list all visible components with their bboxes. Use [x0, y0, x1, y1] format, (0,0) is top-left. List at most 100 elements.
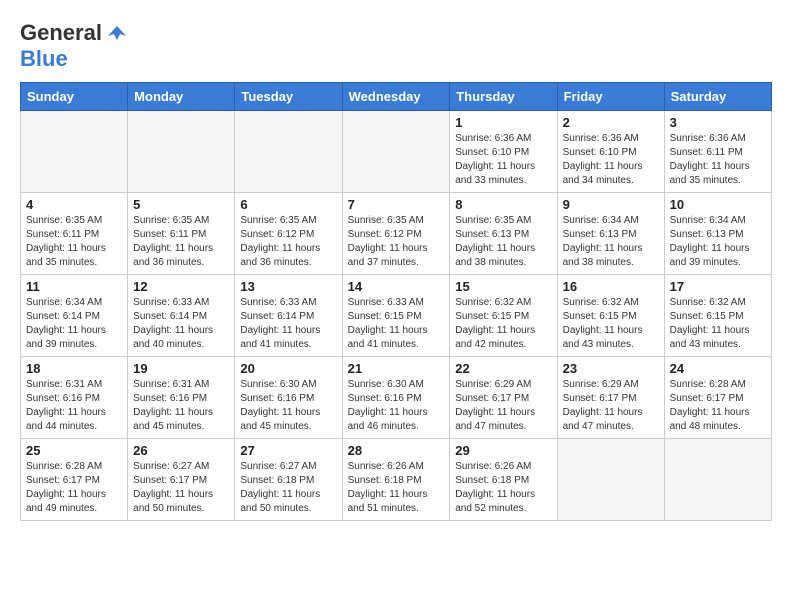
calendar-header-monday: Monday	[128, 83, 235, 111]
calendar-cell	[664, 439, 771, 521]
day-number: 22	[455, 361, 551, 376]
calendar-cell: 11Sunrise: 6:34 AM Sunset: 6:14 PM Dayli…	[21, 275, 128, 357]
calendar-cell: 1 Sunrise: 6:36 AM Sunset: 6:10 PM Daylig…	[450, 111, 557, 193]
calendar-cell: 25 Sunrise: 6:28 AM Sunset: 6:17 PM Dayli…	[21, 439, 128, 521]
calendar-cell: 7Sunrise: 6:35 AM Sunset: 6:12 PM Daylig…	[342, 193, 450, 275]
day-info: Sunrise: 6:32 AM Sunset: 6:15 PM Dayligh…	[670, 296, 766, 352]
day-info: Sunrise: 6:36 AM Sunset: 6:10 PM Dayligh…	[455, 132, 551, 188]
day-info: Sunrise: 6:36 AM Sunset: 6:11 PM Dayligh…	[670, 132, 766, 188]
day-number: 3	[670, 115, 766, 130]
calendar-cell: 27 Sunrise: 6:27 AM Sunset: 6:18 PM Dayli…	[235, 439, 342, 521]
day-info: Sunrise: 6:32 AM Sunset: 6:15 PM Dayligh…	[455, 296, 551, 352]
calendar-cell: 6 Sunrise: 6:35 AM Sunset: 6:12 PM Daylig…	[235, 193, 342, 275]
calendar-cell: 23 Sunrise: 6:29 AM Sunset: 6:17 PM Dayli…	[557, 357, 664, 439]
calendar-cell: 20Sunrise: 6:30 AM Sunset: 6:16 PM Dayli…	[235, 357, 342, 439]
day-info: Sunrise: 6:35 AM Sunset: 6:11 PM Dayligh…	[133, 214, 229, 270]
day-info: Sunrise: 6:35 AM Sunset: 6:13 PM Dayligh…	[455, 214, 551, 270]
logo: General Blue	[20, 20, 128, 72]
calendar-cell	[235, 111, 342, 193]
calendar-cell: 4 Sunrise: 6:35 AM Sunset: 6:11 PM Daylig…	[21, 193, 128, 275]
calendar-cell: 13 Sunrise: 6:33 AM Sunset: 6:14 PM Dayli…	[235, 275, 342, 357]
calendar-cell: 10 Sunrise: 6:34 AM Sunset: 6:13 PM Dayli…	[664, 193, 771, 275]
day-info: Sunrise: 6:35 AM Sunset: 6:12 PM Dayligh…	[348, 214, 445, 270]
day-info: Sunrise: 6:36 AM Sunset: 6:10 PM Dayligh…	[563, 132, 659, 188]
day-number: 23	[563, 361, 659, 376]
day-number: 16	[563, 279, 659, 294]
logo-blue: Blue	[20, 46, 68, 71]
calendar-cell: 9 Sunrise: 6:34 AM Sunset: 6:13 PM Daylig…	[557, 193, 664, 275]
day-info: Sunrise: 6:26 AM Sunset: 6:18 PM Dayligh…	[455, 460, 551, 516]
day-number: 26	[133, 443, 229, 458]
day-number: 17	[670, 279, 766, 294]
day-number: 25	[26, 443, 122, 458]
day-info: Sunrise: 6:33 AM Sunset: 6:15 PM Dayligh…	[348, 296, 445, 352]
day-number: 10	[670, 197, 766, 212]
page-header: General Blue	[20, 20, 772, 72]
calendar-cell: 15 Sunrise: 6:32 AM Sunset: 6:15 PM Dayli…	[450, 275, 557, 357]
calendar-table: SundayMondayTuesdayWednesdayThursdayFrid…	[20, 82, 772, 521]
day-info: Sunrise: 6:35 AM Sunset: 6:12 PM Dayligh…	[240, 214, 336, 270]
day-number: 28	[348, 443, 445, 458]
calendar-cell: 22 Sunrise: 6:29 AM Sunset: 6:17 PM Dayli…	[450, 357, 557, 439]
day-number: 14	[348, 279, 445, 294]
calendar-header-sunday: Sunday	[21, 83, 128, 111]
day-number: 4	[26, 197, 122, 212]
day-info: Sunrise: 6:26 AM Sunset: 6:18 PM Dayligh…	[348, 460, 445, 516]
calendar-cell: 3 Sunrise: 6:36 AM Sunset: 6:11 PM Daylig…	[664, 111, 771, 193]
calendar-week-row: 25 Sunrise: 6:28 AM Sunset: 6:17 PM Dayli…	[21, 439, 772, 521]
calendar-week-row: 1 Sunrise: 6:36 AM Sunset: 6:10 PM Daylig…	[21, 111, 772, 193]
day-info: Sunrise: 6:34 AM Sunset: 6:13 PM Dayligh…	[670, 214, 766, 270]
calendar-cell: 21 Sunrise: 6:30 AM Sunset: 6:16 PM Dayli…	[342, 357, 450, 439]
day-number: 21	[348, 361, 445, 376]
logo-bird-icon	[106, 22, 128, 44]
day-info: Sunrise: 6:27 AM Sunset: 6:17 PM Dayligh…	[133, 460, 229, 516]
day-number: 18	[26, 361, 122, 376]
day-number: 6	[240, 197, 336, 212]
day-info: Sunrise: 6:28 AM Sunset: 6:17 PM Dayligh…	[26, 460, 122, 516]
calendar-cell: 28 Sunrise: 6:26 AM Sunset: 6:18 PM Dayli…	[342, 439, 450, 521]
day-number: 9	[563, 197, 659, 212]
calendar-header-wednesday: Wednesday	[342, 83, 450, 111]
day-info: Sunrise: 6:32 AM Sunset: 6:15 PM Dayligh…	[563, 296, 659, 352]
calendar-cell: 12Sunrise: 6:33 AM Sunset: 6:14 PM Dayli…	[128, 275, 235, 357]
day-number: 8	[455, 197, 551, 212]
day-number: 13	[240, 279, 336, 294]
day-number: 27	[240, 443, 336, 458]
calendar-week-row: 18 Sunrise: 6:31 AM Sunset: 6:16 PM Dayli…	[21, 357, 772, 439]
calendar-cell: 5 Sunrise: 6:35 AM Sunset: 6:11 PM Daylig…	[128, 193, 235, 275]
calendar-cell: 16 Sunrise: 6:32 AM Sunset: 6:15 PM Dayli…	[557, 275, 664, 357]
calendar-header-friday: Friday	[557, 83, 664, 111]
day-number: 20	[240, 361, 336, 376]
day-number: 1	[455, 115, 551, 130]
day-info: Sunrise: 6:28 AM Sunset: 6:17 PM Dayligh…	[670, 378, 766, 434]
calendar-cell: 17 Sunrise: 6:32 AM Sunset: 6:15 PM Dayli…	[664, 275, 771, 357]
calendar-week-row: 11Sunrise: 6:34 AM Sunset: 6:14 PM Dayli…	[21, 275, 772, 357]
calendar-cell	[128, 111, 235, 193]
calendar-header-saturday: Saturday	[664, 83, 771, 111]
calendar-header-tuesday: Tuesday	[235, 83, 342, 111]
day-info: Sunrise: 6:31 AM Sunset: 6:16 PM Dayligh…	[26, 378, 122, 434]
day-info: Sunrise: 6:33 AM Sunset: 6:14 PM Dayligh…	[240, 296, 336, 352]
day-number: 2	[563, 115, 659, 130]
day-info: Sunrise: 6:29 AM Sunset: 6:17 PM Dayligh…	[455, 378, 551, 434]
calendar-cell: 2 Sunrise: 6:36 AM Sunset: 6:10 PM Daylig…	[557, 111, 664, 193]
calendar-cell: 24Sunrise: 6:28 AM Sunset: 6:17 PM Dayli…	[664, 357, 771, 439]
calendar-cell: 29Sunrise: 6:26 AM Sunset: 6:18 PM Dayli…	[450, 439, 557, 521]
day-info: Sunrise: 6:34 AM Sunset: 6:13 PM Dayligh…	[563, 214, 659, 270]
day-info: Sunrise: 6:34 AM Sunset: 6:14 PM Dayligh…	[26, 296, 122, 352]
day-info: Sunrise: 6:30 AM Sunset: 6:16 PM Dayligh…	[348, 378, 445, 434]
calendar-header-thursday: Thursday	[450, 83, 557, 111]
day-info: Sunrise: 6:35 AM Sunset: 6:11 PM Dayligh…	[26, 214, 122, 270]
day-number: 5	[133, 197, 229, 212]
calendar-cell: 8 Sunrise: 6:35 AM Sunset: 6:13 PM Daylig…	[450, 193, 557, 275]
calendar-cell	[557, 439, 664, 521]
calendar-cell: 26 Sunrise: 6:27 AM Sunset: 6:17 PM Dayli…	[128, 439, 235, 521]
day-number: 12	[133, 279, 229, 294]
calendar-cell: 19Sunrise: 6:31 AM Sunset: 6:16 PM Dayli…	[128, 357, 235, 439]
day-info: Sunrise: 6:29 AM Sunset: 6:17 PM Dayligh…	[563, 378, 659, 434]
day-info: Sunrise: 6:31 AM Sunset: 6:16 PM Dayligh…	[133, 378, 229, 434]
day-info: Sunrise: 6:27 AM Sunset: 6:18 PM Dayligh…	[240, 460, 336, 516]
day-number: 15	[455, 279, 551, 294]
calendar-cell: 14 Sunrise: 6:33 AM Sunset: 6:15 PM Dayli…	[342, 275, 450, 357]
calendar-week-row: 4 Sunrise: 6:35 AM Sunset: 6:11 PM Daylig…	[21, 193, 772, 275]
